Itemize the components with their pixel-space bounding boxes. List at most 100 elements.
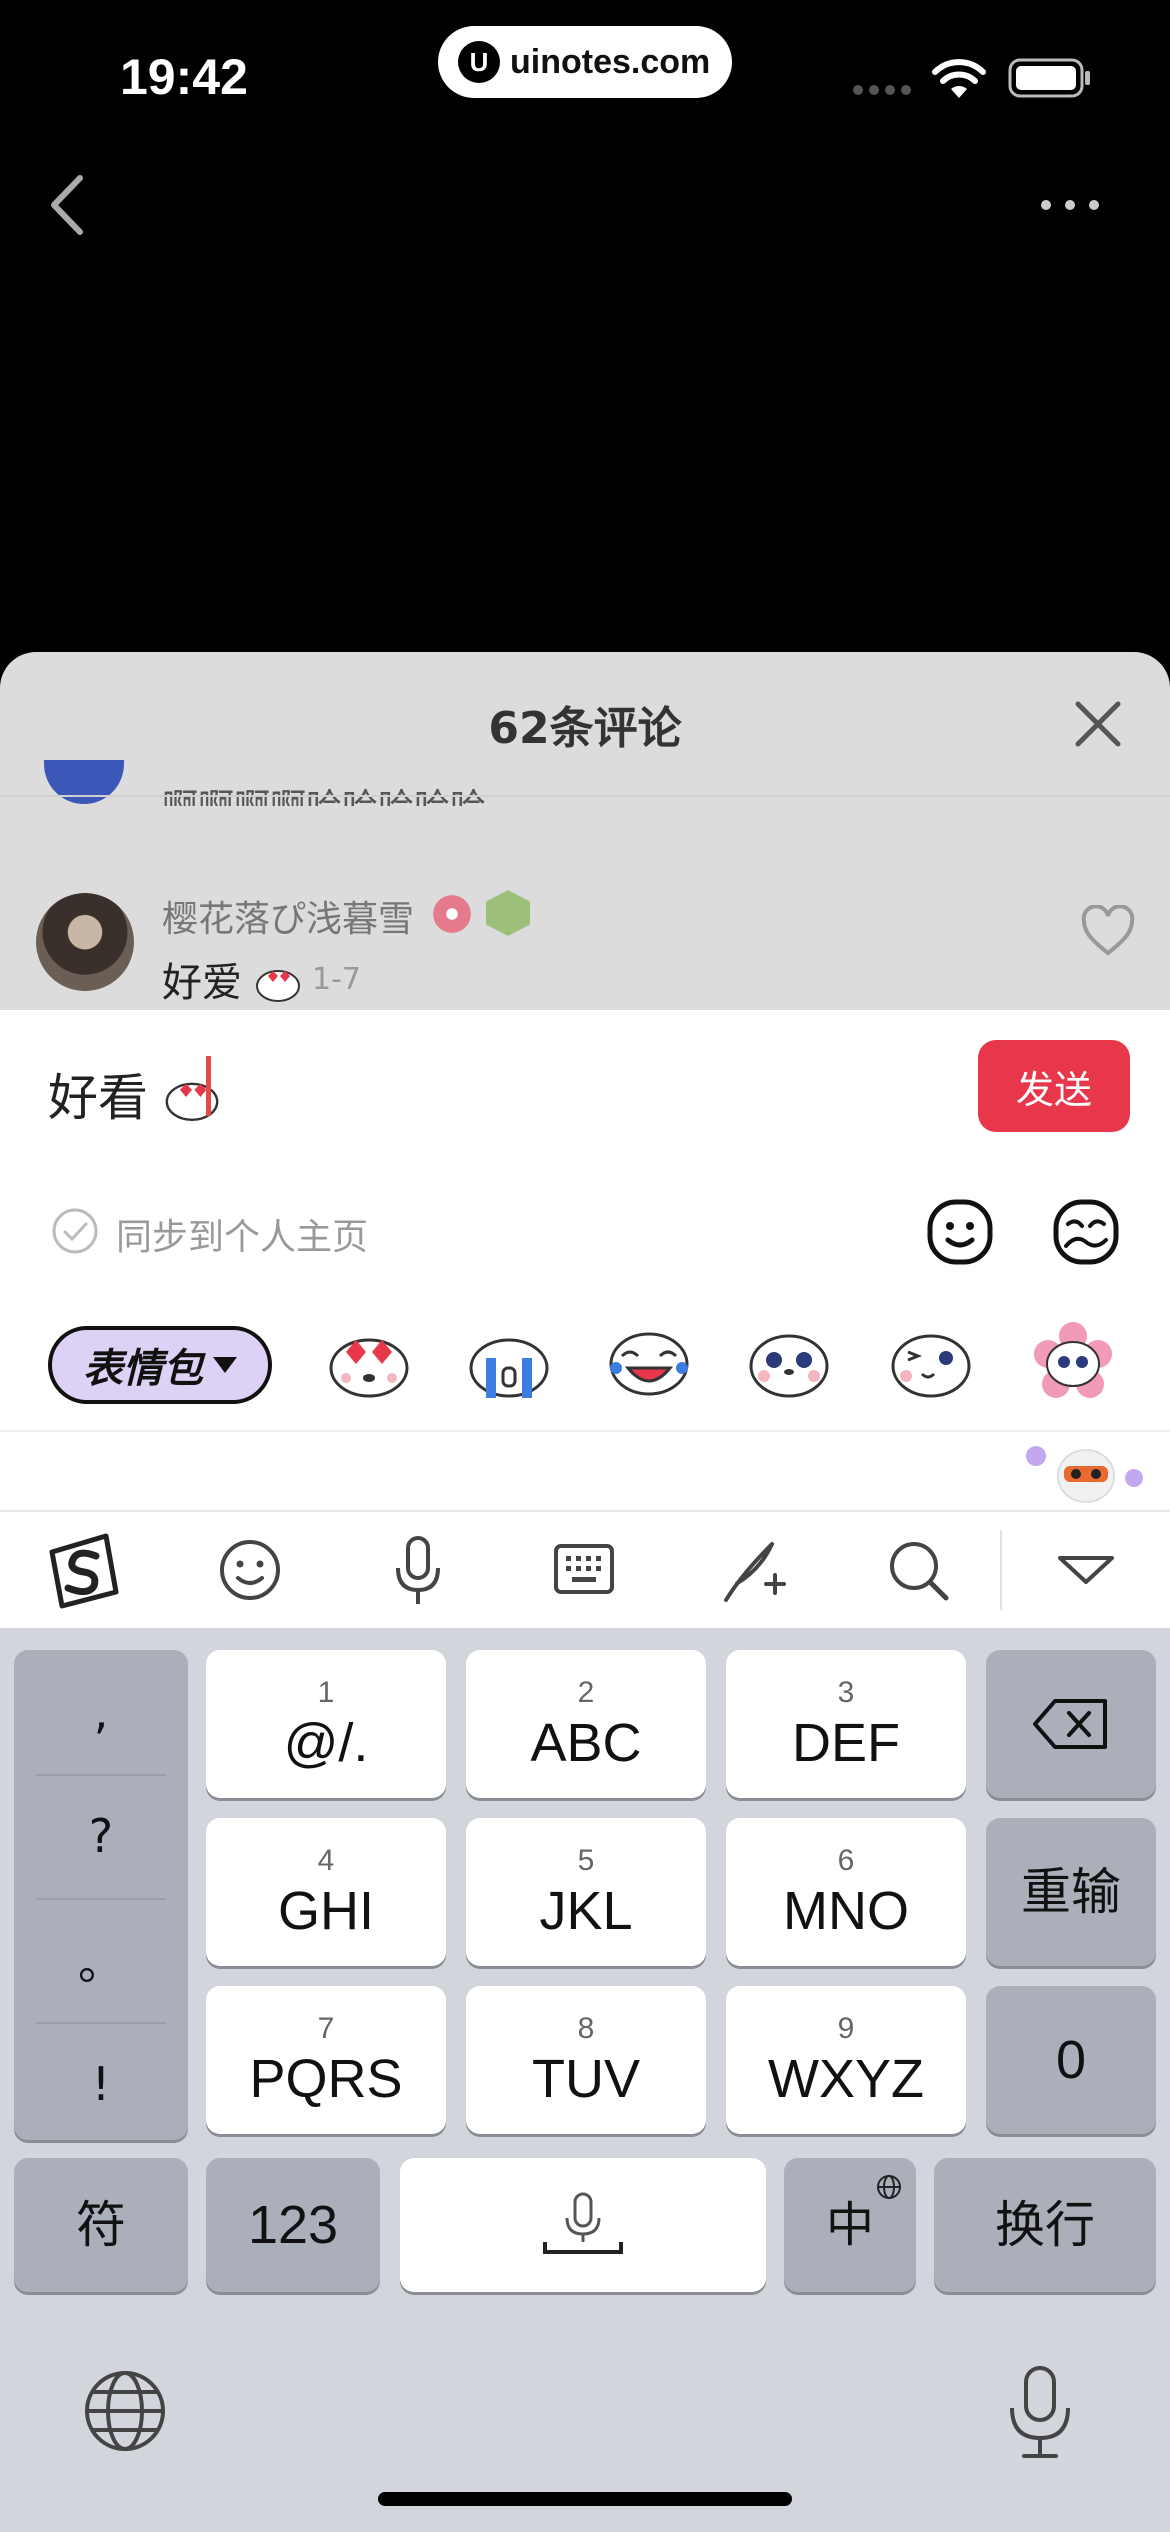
emoji-icon[interactable] [210,1530,290,1610]
key-9-number: 9 [837,2012,855,2045]
return-key[interactable]: 换行 [934,2158,1156,2292]
space-key[interactable] [400,2158,766,2292]
keyboard-icon[interactable] [544,1530,624,1610]
key-6[interactable]: 6 MNO [726,1818,966,1966]
reenter-label: 重输 [1021,1863,1121,1921]
key-2-number: 2 [577,1676,595,1709]
like-heart-icon[interactable] [1080,905,1136,957]
key-7-number: 7 [317,2012,335,2045]
reenter-key[interactable]: 重输 [986,1818,1156,1966]
symbol-label: 符 [76,2196,126,2254]
key-8[interactable]: 8 TUV [466,1986,706,2134]
key-2-label: ABC [530,1713,642,1773]
key-6-label: MNO [783,1881,909,1941]
key-6-number: 6 [837,1844,855,1877]
laughing-seal-icon[interactable] [606,1322,692,1402]
home-indicator [378,2492,792,2506]
chinese-switch-key[interactable]: 中 [784,2158,916,2292]
numeric-label: 123 [247,2195,339,2255]
backspace-key[interactable] [986,1650,1156,1798]
key-1[interactable]: 1 @/. [206,1650,446,1798]
panel-divider [0,1430,1170,1432]
collapse-icon[interactable] [1046,1530,1126,1610]
key-5[interactable]: 5 JKL [466,1818,706,1966]
heart-eyes-seal-icon[interactable] [326,1322,412,1402]
microphone-icon[interactable] [378,1530,458,1610]
comment-text: 好爱 [162,950,301,1008]
key-4-label: GHI [277,1881,374,1941]
caret-down-icon [213,1357,237,1373]
header-divider [0,795,1170,797]
sticker-face-icon[interactable] [1052,1198,1120,1266]
key-9-label: WXYZ [768,2049,924,2109]
space-mic-icon [543,2192,623,2254]
globe-icon[interactable] [82,2368,168,2454]
uinotes-logo-icon: U [458,41,500,83]
comma-key[interactable]: , [14,1650,188,1774]
wifi-icon [932,59,986,98]
back-chevron-icon[interactable] [40,170,100,240]
blushing-seal-icon[interactable] [746,1322,832,1402]
key-1-label: @/. [283,1713,369,1773]
zero-key[interactable]: 0 [986,1986,1156,2134]
toolbar-separator [1000,1530,1002,1610]
key-4-number: 4 [317,1844,335,1877]
dictation-mic-icon[interactable] [1000,2362,1080,2462]
key-8-number: 8 [577,2012,595,2045]
exclamation-key[interactable]: ! [14,2022,188,2146]
more-options-icon[interactable] [1030,180,1110,230]
heart-eyes-seal-icon [255,970,300,1002]
sync-check-icon[interactable] [50,1206,100,1256]
sticker-pack-tab[interactable]: 表情包 [48,1326,272,1404]
send-button[interactable]: 发送 [978,1040,1130,1132]
signal-icon [853,85,911,95]
previous-comment-text: 啊啊啊啊哈哈哈哈哈 [162,778,486,806]
winking-seal-icon[interactable] [888,1322,974,1402]
sync-profile-label[interactable]: 同步到个人主页 [116,1208,368,1260]
flower-badge-icon [430,892,474,936]
comment-input[interactable]: 好看 [48,1058,220,1130]
key-5-number: 5 [577,1844,595,1877]
comment-input-value: 好看 [48,1069,148,1127]
heart-eyes-seal-icon [165,1082,219,1121]
comment-text-body: 好爱 [162,960,242,1006]
period-key[interactable]: 。 [14,1898,188,2022]
status-time: 19:42 [120,49,248,105]
key-5-label: JKL [539,1881,633,1941]
url-pill[interactable]: U uinotes.com [438,26,732,98]
search-icon[interactable] [878,1530,958,1610]
question-key[interactable]: ? [14,1774,188,1898]
globe-small-icon [877,2175,901,2199]
key-1-number: 1 [317,1676,335,1709]
sogou-logo-icon[interactable] [44,1530,124,1610]
avatar[interactable] [36,893,134,991]
key-4[interactable]: 4 GHI [206,1818,446,1966]
punctuation-column[interactable]: , ? 。 ! [14,1650,188,2140]
sticker-pack-label: 表情包 [83,1346,203,1392]
backspace-icon [1033,1699,1107,1749]
url-text: uinotes.com [510,42,711,81]
crying-seal-icon[interactable] [466,1322,552,1402]
key-3-number: 3 [837,1676,855,1709]
chinese-label: 中 [825,2197,874,2253]
text-caret [206,1056,211,1116]
comments-title: 62条评论 [488,703,682,754]
key-3[interactable]: 3 DEF [726,1650,966,1798]
key-8-label: TUV [532,2049,640,2109]
zero-label: 0 [1055,2030,1087,2090]
handwriting-icon[interactable] [712,1530,792,1610]
key-2[interactable]: 2 ABC [466,1650,706,1798]
key-3-label: DEF [792,1713,900,1773]
return-label: 换行 [995,2196,1095,2254]
flower-seal-icon[interactable] [1030,1322,1116,1402]
symbol-key[interactable]: 符 [14,2158,188,2292]
comment-username[interactable]: 樱花落ぴ浅暮雪 [162,890,414,942]
battery-icon [1008,58,1090,98]
comment-date: 1-7 [312,962,361,997]
numeric-key[interactable]: 123 [206,2158,380,2292]
ime-mascot-icon[interactable] [1020,1436,1150,1506]
emoji-smile-icon[interactable] [926,1198,994,1266]
key-9[interactable]: 9 WXYZ [726,1986,966,2134]
key-7[interactable]: 7 PQRS [206,1986,446,2134]
close-icon[interactable] [1072,698,1124,750]
